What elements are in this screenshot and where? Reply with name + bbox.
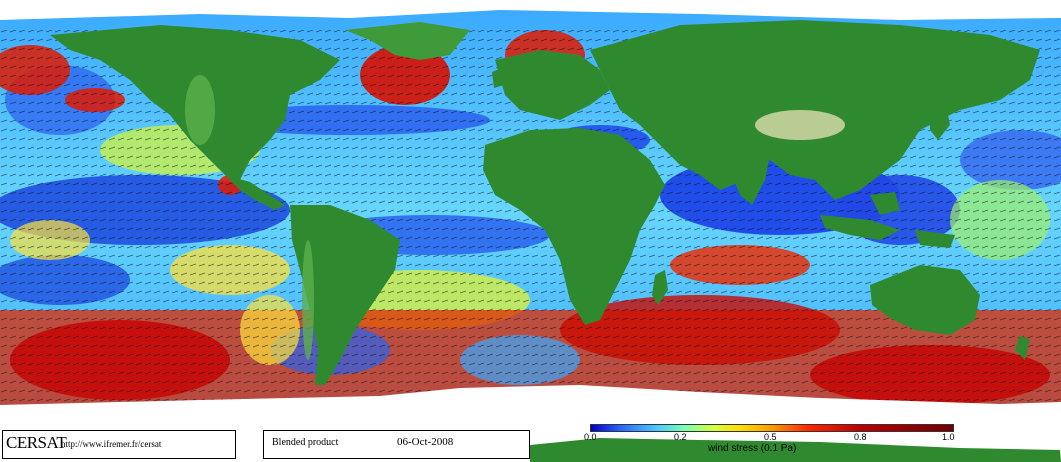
product-name: Blended product [272, 437, 339, 448]
product-box: Blended product 06-Oct-2008 [263, 430, 530, 459]
tibetan-plateau [755, 110, 845, 140]
wind-stress-map: 0.0 0.2 0.5 0.8 1.0 wind stress (0.1 Pa)… [0, 0, 1061, 462]
source-url[interactable]: http://www.ifremer.fr/cersat [61, 439, 161, 449]
colorbar [590, 424, 954, 432]
colorbar-tick-4: 1.0 [942, 432, 955, 442]
product-date: 06-Oct-2008 [397, 436, 454, 448]
colorbar-tick-2: 0.5 [764, 432, 777, 442]
source-box: CERSAT http://www.ifremer.fr/cersat [2, 430, 236, 459]
colorbar-tick-1: 0.2 [674, 432, 687, 442]
rockies [185, 75, 215, 145]
map-canvas [0, 0, 1061, 462]
colorbar-tick-3: 0.8 [854, 432, 867, 442]
colorbar-label: wind stress (0.1 Pa) [708, 443, 797, 454]
cersat-logo: CERSAT [6, 433, 67, 452]
andes [302, 240, 314, 360]
colorbar-tick-0: 0.0 [584, 432, 597, 442]
